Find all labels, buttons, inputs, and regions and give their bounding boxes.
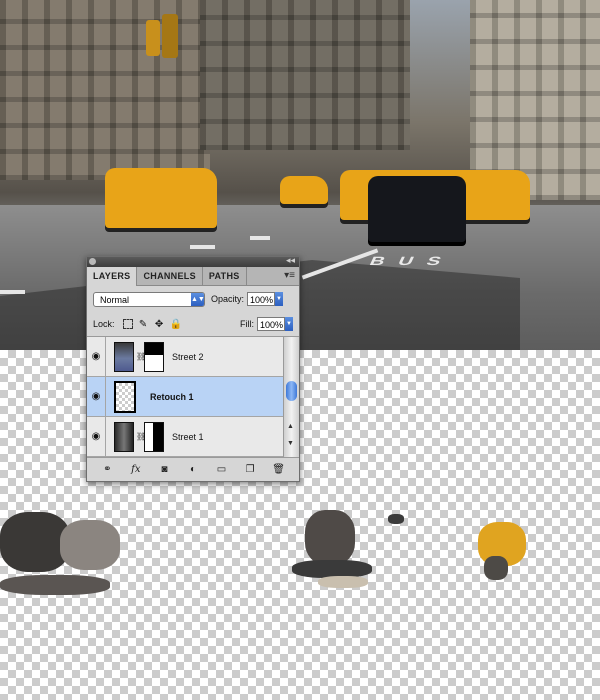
layer-name[interactable]: Retouch 1 — [150, 392, 194, 402]
chain-link-icon[interactable]: ⛓ — [136, 432, 146, 441]
panel-footer: ⚭ fx ◙ ◐ ▭ ❐ 🗑 — [87, 457, 299, 480]
tab-channels[interactable]: CHANNELS — [137, 267, 203, 285]
scrollbar-thumb[interactable] — [286, 381, 297, 401]
blend-mode-value: Normal — [100, 294, 130, 305]
retouch-fragment — [305, 510, 355, 565]
collapse-icon[interactable]: ◂◂ — [286, 255, 295, 266]
layers-scrollbar[interactable]: ▲ ▼ — [283, 337, 299, 457]
layer-name[interactable]: Street 2 — [172, 352, 204, 362]
layer-row-retouch-1[interactable]: ◉ Retouch 1 — [87, 377, 283, 417]
trash-icon[interactable]: 🗑 — [271, 464, 287, 475]
layer-name[interactable]: Street 1 — [172, 432, 204, 442]
layers-panel[interactable]: ◂◂ LAYERS CHANNELS PATHS ▾≡ Normal ▲▼ Op… — [86, 255, 300, 482]
lane-marking — [250, 236, 270, 240]
eye-icon[interactable]: ◉ — [87, 417, 106, 456]
retouch-fragment — [484, 556, 508, 580]
lock-transparency-icon[interactable] — [122, 319, 133, 329]
select-arrow-icon: ▲▼ — [191, 292, 205, 306]
lock-fill-row: Lock: ✎ ✥ 🔒 Fill: 100% ▼ — [87, 312, 299, 337]
opacity-label: Opacity: — [211, 294, 245, 304]
tab-paths[interactable]: PATHS — [203, 267, 247, 285]
opacity-input[interactable]: 100% — [247, 292, 276, 306]
lock-all-icon[interactable]: 🔒 — [170, 319, 182, 330]
add-mask-icon[interactable]: ◙ — [156, 464, 172, 475]
lock-label: Lock: — [93, 319, 115, 329]
road-bus-marking: BUS — [367, 254, 458, 268]
adjustment-layer-icon[interactable]: ◐ — [185, 464, 201, 475]
panel-tabs: LAYERS CHANNELS PATHS ▾≡ — [87, 267, 299, 286]
black-car — [368, 176, 466, 242]
retouch-fragment — [388, 514, 404, 524]
lock-image-brush-icon[interactable]: ✎ — [138, 319, 149, 330]
layer-mask-thumbnail[interactable] — [144, 341, 164, 372]
scroll-down-icon[interactable]: ▼ — [287, 440, 294, 447]
building-left — [0, 0, 210, 180]
layer-thumbnail[interactable] — [114, 421, 134, 452]
link-layers-icon[interactable]: ⚭ — [99, 464, 115, 475]
scroll-up-icon[interactable]: ▲ — [287, 423, 294, 430]
fx-icon[interactable]: fx — [128, 464, 144, 475]
new-layer-icon[interactable]: ❐ — [242, 464, 258, 475]
blend-mode-select[interactable]: Normal ▲▼ — [93, 291, 205, 307]
chain-link-icon[interactable]: ⛓ — [136, 352, 146, 361]
taxi-left — [105, 168, 217, 228]
layer-row-street-1[interactable]: ◉ ⛓ Street 1 — [87, 417, 283, 457]
taxi-middle — [280, 176, 328, 204]
lock-position-move-icon[interactable]: ✥ — [154, 319, 165, 330]
layer-mask-thumbnail[interactable] — [144, 421, 164, 452]
blend-opacity-row: Normal ▲▼ Opacity: 100% ▼ — [87, 286, 299, 312]
fill-label: Fill: — [240, 319, 254, 329]
opacity-dropdown-icon[interactable]: ▼ — [275, 292, 284, 306]
panel-menu-icon[interactable]: ▾≡ — [284, 270, 295, 281]
close-icon[interactable] — [89, 258, 96, 265]
building-center — [200, 0, 410, 150]
fill-input[interactable]: 100% — [257, 317, 285, 331]
lane-marking — [190, 245, 215, 249]
layer-thumbnail[interactable] — [114, 380, 136, 413]
new-group-icon[interactable]: ▭ — [214, 464, 230, 475]
layer-row-street-2[interactable]: ◉ ⛓ Street 2 — [87, 337, 283, 377]
traffic-light — [146, 20, 160, 56]
tab-layers[interactable]: LAYERS — [87, 267, 138, 286]
eye-icon[interactable]: ◉ — [87, 377, 106, 416]
layer-thumbnail[interactable] — [114, 341, 134, 372]
lane-marking — [0, 290, 25, 294]
layers-list[interactable]: ◉ ⛓ Street 2 ◉ Retouch 1 ◉ ⛓ Street 1 ▲ … — [87, 337, 299, 457]
eye-icon[interactable]: ◉ — [87, 337, 106, 376]
panel-titlebar[interactable]: ◂◂ — [87, 255, 299, 267]
retouch-fragment — [0, 575, 110, 595]
traffic-light — [162, 14, 178, 58]
retouch-fragment — [60, 520, 120, 570]
retouch-fragment — [318, 576, 368, 588]
fill-dropdown-icon[interactable]: ▼ — [285, 317, 293, 331]
